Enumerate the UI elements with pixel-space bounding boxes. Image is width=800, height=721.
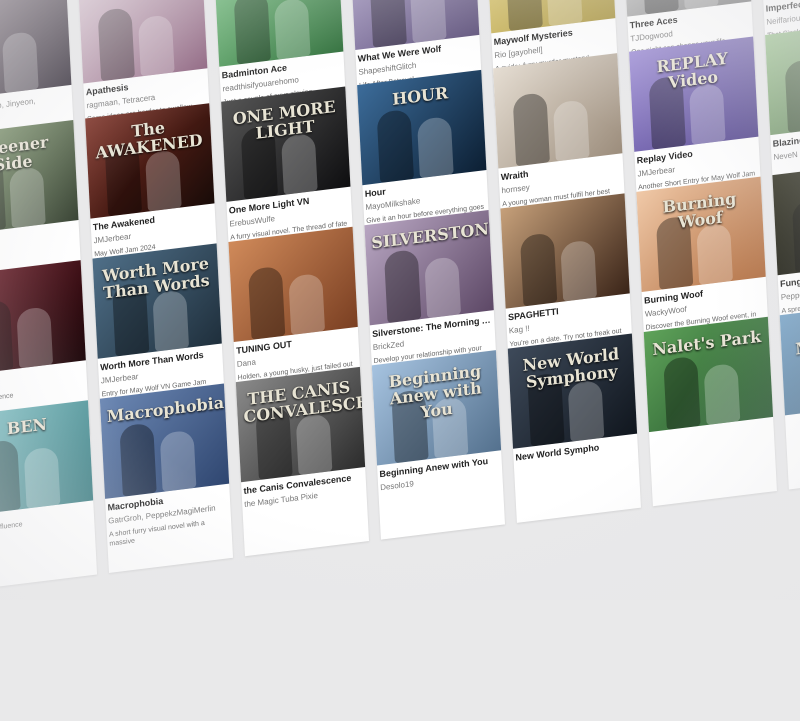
card-meta: New World Sympho: [513, 434, 641, 523]
character-silhouette: [567, 379, 605, 442]
game-thumbnail[interactable]: Fung: [772, 159, 800, 276]
character-silhouette: [383, 248, 422, 324]
game-thumbnail[interactable]: [500, 193, 630, 309]
thumbnail-title-text: BEN: [6, 414, 48, 439]
game-thumbnail[interactable]: MY MUNICIPA OI KUNTANI: [779, 300, 800, 416]
thumbnail-title-text: MY MUNICIPA OI KUNTANI: [794, 327, 800, 359]
game-thumbnail[interactable]: BEN: [0, 400, 94, 516]
thumbnail-title-text: The AWAKENED: [95, 117, 204, 163]
game-thumbnail[interactable]: The AWAKENED: [85, 103, 215, 219]
thumbnail-title-text: Nalet's Park: [651, 326, 762, 360]
character-silhouette: [152, 289, 190, 352]
character-silhouette: [545, 0, 583, 27]
character-silhouette: [696, 222, 733, 285]
thumbnail-title-text: [507, 204, 619, 218]
thumbnail-title-text: [0, 0, 61, 9]
card-meta: Macrophobia GatrGroh, PeppekzMagiMerlin A …: [105, 484, 233, 573]
game-thumbnail[interactable]: ONE MORE LIGHT: [221, 86, 351, 202]
thumbnail-title-text: REPLAY Video: [655, 48, 729, 93]
card-meta: the Canis Convalescence the Magic Tuba Pi…: [241, 467, 369, 556]
character-silhouette: [159, 429, 197, 492]
character-silhouette: [703, 362, 741, 426]
thumbnail-title-text: Burning Woof: [662, 188, 737, 233]
character-silhouette: [16, 306, 54, 369]
game-card[interactable]: BEN ...ll still influence: [0, 400, 98, 590]
character-silhouette: [505, 0, 543, 32]
character-silhouette: [288, 272, 326, 335]
game-card[interactable]: MY MUNICIPA OI KUNTANI: [779, 300, 800, 490]
game-card[interactable]: Nalet's Park: [643, 316, 777, 507]
character-silhouette: [409, 0, 447, 43]
card-meta: Beginning Anew with You Desolo19: [377, 450, 505, 539]
game-thumbnail[interactable]: SILVERSTONE: [364, 210, 494, 326]
card-meta: [649, 417, 777, 506]
game-thumbnail[interactable]: THE CANIS CONVALESCENCE: [235, 366, 366, 483]
character-silhouette: [137, 14, 175, 77]
game-thumbnail[interactable]: Burning Woof: [636, 176, 766, 292]
character-silhouette: [519, 232, 558, 307]
thumbnail-title-text: Macrophobia: [106, 392, 225, 427]
game-card[interactable]: Macrophobia Macrophobia GatrGroh, PeppekzM…: [99, 383, 234, 573]
character-silhouette: [144, 149, 182, 212]
game-thumbnail[interactable]: Greener Side: [0, 119, 79, 236]
game-description: [652, 428, 772, 443]
thumbnail-title-text: HOUR: [391, 83, 449, 109]
character-silhouette: [0, 299, 14, 374]
thumbnail-title-text: ONE MORE LIGHT: [232, 96, 336, 143]
character-silhouette: [784, 58, 800, 133]
thumbnail-title-text: SILVERSTONE: [370, 217, 494, 253]
character-silhouette: [23, 446, 61, 509]
game-description: [0, 242, 78, 257]
character-silhouette: [0, 439, 21, 514]
game-thumbnail[interactable]: [0, 260, 86, 376]
game-thumbnail[interactable]: [765, 19, 800, 136]
game-thumbnail[interactable]: New World Symphony: [507, 333, 638, 449]
character-silhouette: [663, 355, 701, 430]
thumbnail-title-text: [772, 31, 800, 45]
thumbnail-title-text: New World Symphony: [522, 344, 620, 392]
thumbnail-title-text: [500, 64, 612, 78]
game-thumbnail[interactable]: REPLAY Video: [629, 36, 759, 152]
character-silhouette: [273, 0, 311, 60]
character-silhouette: [369, 0, 407, 48]
character-silhouette: [119, 422, 157, 497]
game-thumbnail[interactable]: [228, 226, 358, 343]
game-card[interactable]: Beginning Anew with You Beginning Anew wi…: [371, 350, 506, 540]
thumbnail-title-text: Beginning Anew with You: [388, 361, 483, 422]
game-card[interactable]: THE CANIS CONVALESCENCE the Canis Convale…: [235, 366, 370, 557]
game-thumbnail[interactable]: HOUR: [357, 69, 487, 186]
thumbnail-title-text: [235, 237, 347, 251]
character-silhouette: [512, 92, 550, 167]
game-thumbnail[interactable]: Macrophobia: [99, 383, 230, 499]
character-silhouette: [233, 0, 271, 65]
character-silhouette: [280, 132, 318, 195]
character-silhouette: [97, 7, 135, 82]
character-silhouette: [688, 82, 726, 145]
character-silhouette: [791, 198, 800, 274]
character-silhouette: [424, 256, 462, 319]
character-silhouette: [1, 30, 39, 94]
game-title-link[interactable]: Imperfect F: [765, 0, 800, 15]
character-silhouette: [416, 115, 454, 179]
character-silhouette: [560, 239, 598, 302]
game-card[interactable]: New World Symphony New World Sympho: [507, 333, 641, 523]
game-grid: KrazyonKatnip, Jinyeon, Apathesis ragmaan,…: [0, 0, 800, 721]
character-silhouette: [295, 412, 333, 476]
game-author-link[interactable]: KrazyonKatnip, Jinyeon,: [0, 92, 70, 117]
thumbnail-title-text: Worth More Than Words: [101, 253, 211, 303]
thumbnail-title-text: [0, 271, 75, 285]
character-silhouette: [552, 99, 590, 162]
game-thumbnail[interactable]: Beginning Anew with You: [371, 350, 502, 466]
character-silhouette: [8, 166, 46, 229]
thumbnail-title-text: Fung: [779, 171, 800, 202]
character-silhouette: [376, 108, 414, 184]
character-silhouette: [247, 265, 286, 340]
game-thumbnail[interactable]: Nalet's Park: [643, 316, 774, 433]
card-meta: ...ll still influence: [0, 500, 97, 589]
thumbnail-title-text: THE CANIS CONVALESCENCE: [243, 377, 366, 427]
game-thumbnail[interactable]: Worth More Than Words: [92, 243, 222, 359]
game-description: ...ll still influence: [0, 521, 23, 534]
game-thumbnail[interactable]: [0, 0, 72, 101]
game-thumbnail[interactable]: [493, 53, 623, 169]
